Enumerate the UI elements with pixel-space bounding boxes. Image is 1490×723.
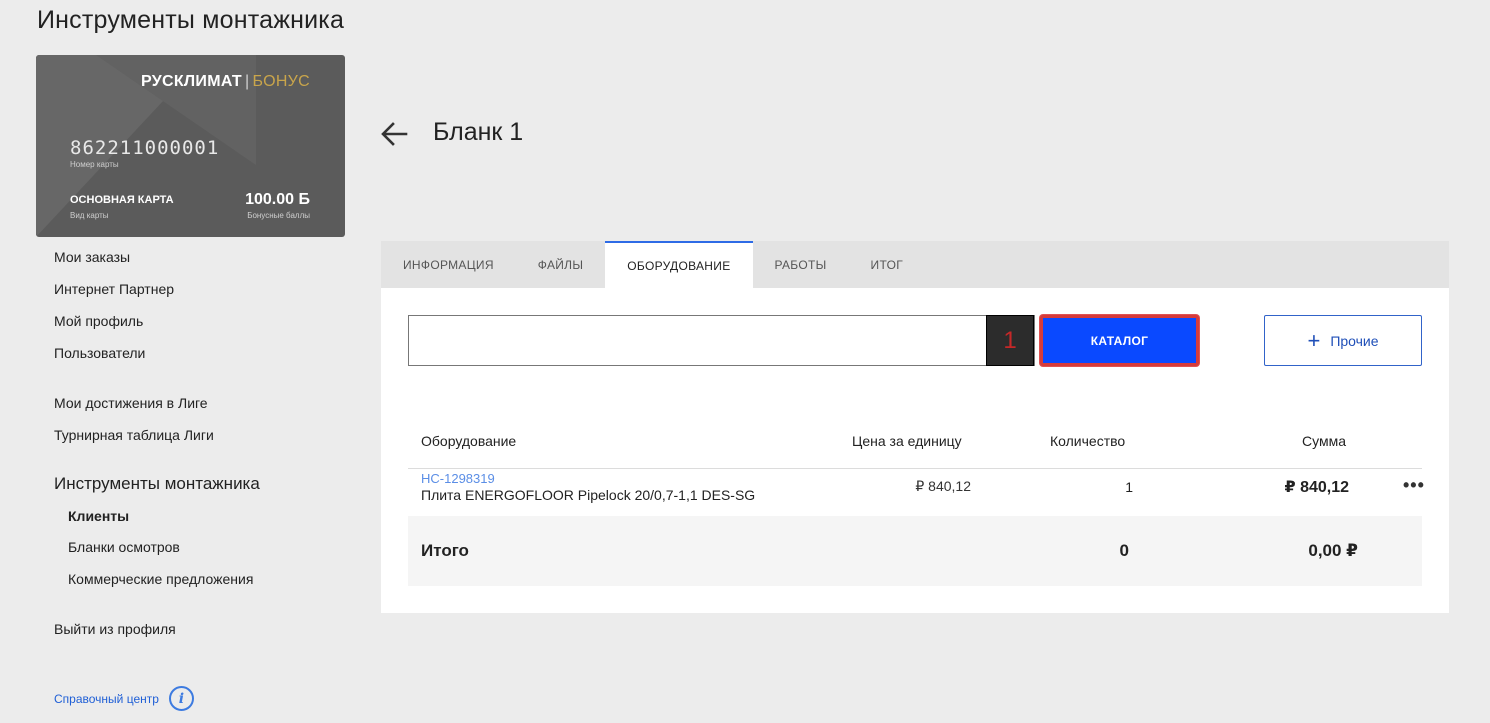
help-center-link[interactable]: Справочный центр i — [54, 686, 194, 711]
card-type-label: Вид карты — [70, 211, 109, 220]
page-title: Инструменты монтажника — [37, 6, 345, 34]
arrow-left-icon[interactable] — [380, 120, 408, 148]
column-header-equipment: Оборудование — [421, 433, 517, 449]
product-code-link[interactable]: НС-1298319 — [421, 471, 495, 486]
sidebar-item-commercial-offers[interactable]: Коммерческие предложения — [68, 571, 253, 587]
card-brand-separator: | — [244, 73, 250, 90]
search-input[interactable] — [408, 315, 1035, 366]
add-other-label: Прочие — [1330, 332, 1379, 349]
form-title: Бланк 1 — [433, 118, 524, 146]
sidebar-item-league-table[interactable]: Турнирная таблица Лиги — [54, 427, 214, 443]
sidebar-section-tools[interactable]: Инструменты монтажника — [54, 474, 260, 494]
more-horizontal-icon[interactable]: ••• — [1403, 475, 1425, 496]
column-header-quantity: Количество — [1050, 433, 1126, 449]
card-brand: РУСКЛИМАТ | БОНУС — [141, 73, 310, 91]
card-brand-name: РУСКЛИМАТ — [140, 73, 242, 90]
sidebar-item-logout[interactable]: Выйти из профиля — [54, 621, 176, 637]
column-header-sum: Сумма — [1302, 433, 1346, 449]
search-button[interactable]: 1 — [986, 315, 1034, 366]
total-quantity: 0 — [1119, 541, 1129, 560]
unit-price: ₽ 840,12 — [915, 478, 971, 494]
info-icon[interactable]: i — [168, 686, 194, 711]
card-type: ОСНОВНАЯ КАРТА — [70, 194, 174, 206]
sidebar-item-clients[interactable]: Клиенты — [68, 508, 129, 524]
sidebar-item-league-achievements[interactable]: Мои достижения в Лиге — [54, 395, 208, 411]
sidebar-item-orders[interactable]: Мои заказы — [54, 249, 130, 265]
product-name: Плита ENERGOFLOOR Pipelock 20/0,7-1,1 DE… — [421, 487, 756, 503]
card-points: 100.00 Б — [245, 191, 310, 208]
total-row: Итого 0 0,00 ₽ — [408, 516, 1422, 586]
header-divider — [408, 468, 1422, 469]
equipment-panel: ИНФОРМАЦИЯ ФАЙЛЫ ОБОРУДОВАНИЕ РАБОТЫ ИТО… — [381, 241, 1449, 613]
tab-summary[interactable]: ИТОГ — [849, 241, 925, 288]
tab-information[interactable]: ИНФОРМАЦИЯ — [381, 241, 516, 288]
total-label: Итого — [421, 541, 469, 560]
total-sum: 0,00 ₽ — [1308, 541, 1358, 560]
sidebar-item-inspection-forms[interactable]: Бланки осмотров — [68, 539, 180, 555]
catalog-button[interactable]: КАТАЛОГ — [1040, 315, 1199, 366]
card-number: 862211000001 — [70, 137, 220, 159]
card-points-label: Бонусные баллы — [247, 211, 310, 220]
add-other-button[interactable]: + Прочие — [1264, 315, 1422, 366]
tab-files[interactable]: ФАЙЛЫ — [516, 241, 606, 288]
sidebar-item-users[interactable]: Пользователи — [54, 345, 145, 361]
card-number-label: Номер карты — [70, 160, 119, 169]
help-center-label: Справочный центр — [54, 691, 159, 706]
card-brand-bonus: БОНУС — [252, 73, 310, 90]
quantity: 1 — [1125, 479, 1133, 495]
tab-bar: ИНФОРМАЦИЯ ФАЙЛЫ ОБОРУДОВАНИЕ РАБОТЫ ИТО… — [381, 241, 1449, 288]
row-sum: ₽ 840,12 — [1284, 479, 1349, 496]
sidebar-item-profile[interactable]: Мой профиль — [54, 313, 143, 329]
sidebar-item-internet-partner[interactable]: Интернет Партнер — [54, 281, 174, 297]
bonus-card: РУСКЛИМАТ | БОНУС 862211000001 Номер карты… — [36, 55, 345, 237]
tab-equipment[interactable]: ОБОРУДОВАНИЕ — [605, 241, 753, 288]
column-header-unit-price: Цена за единицу — [852, 433, 962, 449]
plus-icon: + — [1307, 327, 1321, 353]
tab-works[interactable]: РАБОТЫ — [753, 241, 849, 288]
